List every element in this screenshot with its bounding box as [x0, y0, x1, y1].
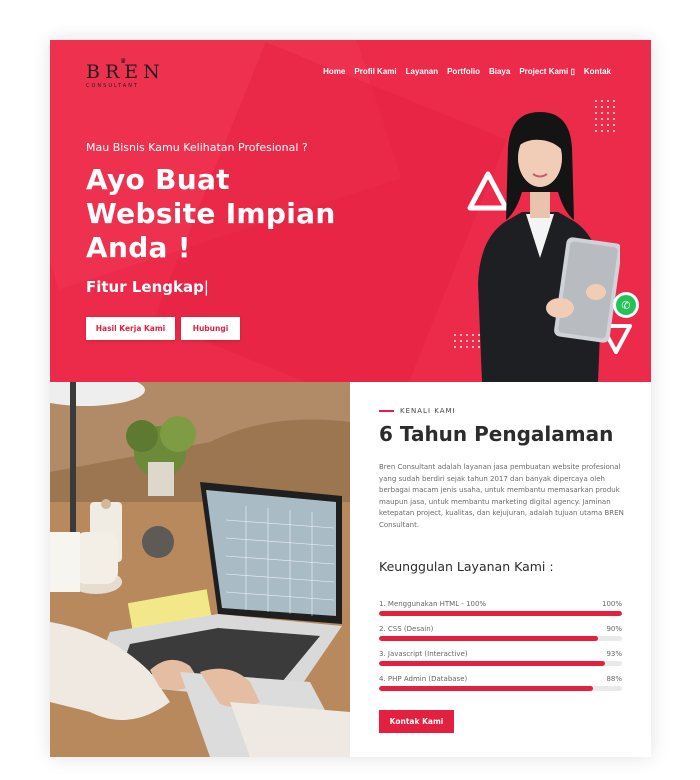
whatsapp-icon: ✆ [616, 295, 636, 315]
contact-us-button[interactable]: Kontak Kami [379, 710, 454, 733]
skill-label: 4. PHP Admin (Database) [379, 675, 468, 683]
typed-text: Fitur Lengkap [86, 278, 204, 296]
skill-label: 1. Menggunakan HTML - 100% [379, 600, 487, 608]
contact-button[interactable]: Hubungi [181, 317, 240, 340]
eyebrow-line [379, 410, 394, 412]
nav-layanan[interactable]: Layanan [406, 67, 438, 76]
hero-title-line: Anda ! [86, 231, 191, 264]
about-title: 6 Tahun Pengalaman [379, 422, 614, 446]
workspace-photo [50, 382, 350, 757]
hero-kicker: Mau Bisnis Kamu Kelihatan Profesional ? [86, 141, 308, 154]
nav-profil-kami[interactable]: Profil Kami [354, 67, 396, 76]
skill-bar: 3. Javascript (Interactive) 93% [379, 650, 622, 666]
skill-track [379, 686, 622, 691]
skill-track [379, 661, 622, 666]
hero-section: ♛ BREN CONSULTANT Home Profil Kami Layan… [50, 40, 651, 382]
skill-bar: 4. PHP Admin (Database) 88% [379, 675, 622, 691]
website-preview: ♛ BREN CONSULTANT Home Profil Kami Layan… [50, 40, 651, 757]
hero-title: Ayo Buat Website Impian Anda ! [86, 163, 336, 265]
business-woman-image [478, 112, 620, 382]
skill-percent: 93% [606, 650, 622, 658]
skill-label: 2. CSS (Desain) [379, 625, 434, 633]
whatsapp-button[interactable]: ✆ [613, 292, 639, 318]
about-description: Bren Consultant adalah layanan jasa pemb… [379, 463, 624, 529]
skill-percent: 88% [606, 675, 622, 683]
section-eyebrow: KENALI KAMI [379, 407, 456, 415]
hero-title-line: Website Impian [86, 197, 336, 230]
logo-word: BREN [86, 61, 165, 83]
skills-title: Keunggulan Layanan Kami : [379, 559, 554, 574]
nav-portfolio[interactable]: Portfolio [447, 67, 480, 76]
skill-bar: 1. Menggunakan HTML - 100% 100% [379, 600, 622, 616]
nav-home[interactable]: Home [323, 67, 345, 76]
crown-icon: ♛ [120, 57, 127, 65]
eyebrow-text: KENALI KAMI [400, 407, 456, 415]
nav-biaya[interactable]: Biaya [489, 67, 510, 76]
typed-feature-text: Fitur Lengkap| [86, 278, 209, 296]
skill-percent: 100% [601, 600, 622, 608]
skill-fill [379, 636, 598, 641]
brand-logo[interactable]: ♛ BREN CONSULTANT [86, 57, 165, 89]
skill-track [379, 611, 622, 616]
logo-subtitle: CONSULTANT [86, 83, 139, 89]
skill-percent: 90% [606, 625, 622, 633]
laptop-desk-image [50, 382, 350, 757]
skill-fill [379, 686, 593, 691]
skill-label: 3. Javascript (Interactive) [379, 650, 468, 658]
hero-title-line: Ayo Buat [86, 163, 230, 196]
main-nav: Home Profil Kami Layanan Portfolio Biaya… [323, 67, 611, 76]
skill-track [379, 636, 622, 641]
nav-kontak[interactable]: Kontak [584, 67, 611, 76]
typing-cursor: | [203, 278, 209, 296]
skill-fill [379, 611, 622, 616]
skill-fill [379, 661, 605, 666]
portfolio-button[interactable]: Hasil Kerja Kami [86, 317, 175, 340]
skill-bar: 2. CSS (Desain) 90% [379, 625, 622, 641]
nav-project-kami[interactable]: Project Kami ▯ [519, 67, 575, 76]
